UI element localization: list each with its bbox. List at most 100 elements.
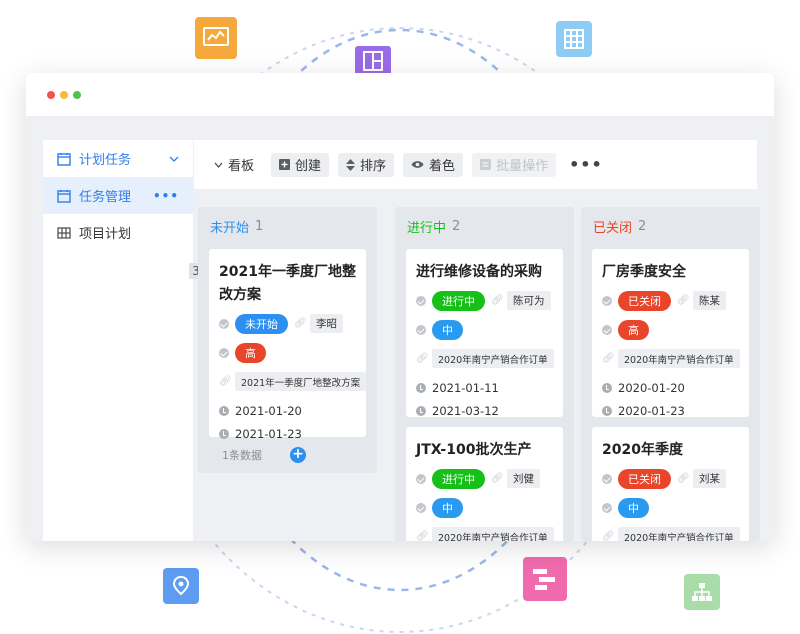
sidebar: 计划任务 任务管理 ••• 项目计划 [43,140,193,541]
priority-badge: 高 [618,319,649,340]
card-end-row: 2021-01-23 [219,423,356,444]
sidebar-item-label: 计划任务 [79,153,132,168]
column-title: 已关闭 [593,220,633,236]
paperclip-icon: 🔗︎ [677,472,690,484]
task-card[interactable]: 进行维修设备的采购 进行中 🔗︎ 陈可为 中 🔗︎ 2020年南宁产销合作订单 … [406,249,563,418]
card-title: 厂房季度安全 [602,264,686,280]
owner-tag: 陈可为 [507,291,551,310]
priority-badge: 高 [235,342,266,363]
column-count: 1 [255,218,264,234]
card-start-row: 2021-01-11 [416,377,553,398]
minimize-window-button[interactable] [60,90,68,99]
color-label: 着色 [429,159,456,174]
card-project-row: 🔗︎ 2020年南宁产销合作订单 [602,526,740,541]
card-priority-row: 高 [602,319,739,340]
clock-icon [416,382,426,393]
view-label: 看板 [228,159,255,174]
sort-label: 排序 [360,159,387,174]
batch-operation-button[interactable]: 批量操作 [472,152,557,177]
grid-icon [57,226,71,239]
column-header: 未开始 1 [198,207,377,245]
card-end-row: 2020-01-23 [602,400,739,421]
stage: 计划任务 任务管理 ••• 项目计划 看板 创建 排序 着色 批量操作 ••• … [0,0,800,634]
paperclip-icon: 🔗︎ [294,317,307,329]
card-end-row: 2021-03-12 [416,400,553,421]
batch-icon [480,159,492,170]
clock-icon [219,405,229,416]
column-count: 2 [452,218,461,234]
task-card[interactable]: JTX-100批次生产 进行中 🔗︎ 刘健 中 🔗︎ 2020年南宁产销合作订单 [406,427,563,541]
color-button[interactable]: 着色 [403,152,464,177]
clock-icon [219,428,229,439]
owner-tag: 李昭 [310,314,343,333]
column-header: 进行中 2 [395,207,574,245]
sidebar-item-plan-tasks[interactable]: 计划任务 [43,140,193,177]
owner-tag: 刘某 [693,469,726,488]
card-project-row: 🔗︎ 2020年南宁产销合作订单 [416,348,554,369]
check-circle-icon [416,502,426,513]
priority-badge: 中 [432,497,463,518]
card-status-row: 进行中 🔗︎ 刘健 [416,468,553,489]
layout-icon [355,46,391,76]
clock-icon [602,382,612,393]
org-chart-icon [684,574,720,610]
main-panel: 看板 创建 排序 着色 批量操作 ••• 3 未开始 1 2021年一季度厂地整… [189,140,760,541]
task-card[interactable]: 厂房季度安全 已关闭 🔗︎ 陈某 高 🔗︎ 2020年南宁产销合作订单 2020… [592,249,749,418]
line-chart-icon [195,17,237,59]
toolbar-more-button[interactable]: ••• [569,155,603,174]
card-status-row: 进行中 🔗︎ 陈可为 [416,290,553,311]
check-circle-icon [602,324,612,335]
project-tag: 2021年一季度厂地整改方案 [235,372,367,391]
project-tag: 2020年南宁产销合作订单 [618,349,740,368]
chevron-down-icon[interactable] [169,156,179,162]
create-button[interactable]: 创建 [271,152,330,177]
task-card[interactable]: 2021年一季度厂地整改方案 未开始 🔗︎ 李昭 高 🔗︎ 2021年一季度厂地… [209,249,367,441]
project-tag: 2020年南宁产销合作订单 [432,349,554,368]
card-priority-row: 中 [416,497,553,518]
close-window-button[interactable] [47,90,55,99]
column-closed: 已关闭 2 厂房季度安全 已关闭 🔗︎ 陈某 高 🔗︎ 2020年南宁产销合作订… [581,207,760,541]
gantt-icon [523,557,567,601]
end-date: 2021-01-23 [235,426,302,441]
app-body: 计划任务 任务管理 ••• 项目计划 看板 创建 排序 着色 批量操作 ••• … [26,117,774,541]
check-circle-icon [416,295,426,306]
add-card-button[interactable]: + [290,447,306,463]
task-card[interactable]: 2020年季度 已关闭 🔗︎ 刘某 中 🔗︎ 2020年南宁产销合作订单 [592,427,749,541]
project-tag: 2020年南宁产销合作订单 [432,527,554,541]
card-project-row: 🔗︎ 2020年南宁产销合作订单 [602,348,740,369]
status-badge: 已关闭 [618,468,671,489]
more-options-button[interactable]: ••• [153,189,179,203]
paperclip-icon: 🔗︎ [219,375,232,387]
sidebar-item-project-plan[interactable]: 项目计划 [43,214,193,251]
sidebar-item-label: 任务管理 [79,190,132,205]
column-count: 2 [638,218,647,234]
card-priority-row: 中 [602,497,739,518]
app-window: 计划任务 任务管理 ••• 项目计划 看板 创建 排序 着色 批量操作 ••• … [26,73,774,541]
card-status-row: 未开始 🔗︎ 李昭 [219,313,356,334]
calendar-icon [57,189,71,203]
sort-button[interactable]: 排序 [338,152,395,177]
priority-badge: 中 [432,319,463,340]
calendar-icon [57,152,71,166]
check-circle-icon [416,324,426,335]
record-count: 1条数据 [222,449,262,462]
paperclip-icon: 🔗︎ [416,352,429,364]
maximize-window-button[interactable] [73,90,81,99]
card-title: JTX-100批次生产 [416,442,532,458]
check-circle-icon [602,502,612,513]
column-header: 已关闭 2 [581,207,760,245]
map-pin-icon [163,568,199,604]
plus-square-icon [279,159,291,170]
kanban-board: 3 未开始 1 2021年一季度厂地整改方案 未开始 🔗︎ 李昭 高 🔗︎ 20… [189,189,760,541]
check-circle-icon [219,347,229,358]
clock-icon [602,405,612,416]
check-circle-icon [602,295,612,306]
status-badge: 进行中 [432,290,485,311]
view-switch-button[interactable]: 看板 [214,153,254,177]
toolbar: 看板 创建 排序 着色 批量操作 ••• [194,140,757,189]
column-title: 进行中 [407,220,447,236]
sidebar-item-task-management[interactable]: 任务管理 ••• [43,177,193,214]
card-start-row: 2020-01-20 [602,377,739,398]
card-status-row: 已关闭 🔗︎ 陈某 [602,290,739,311]
end-date: 2020-01-23 [618,403,685,418]
